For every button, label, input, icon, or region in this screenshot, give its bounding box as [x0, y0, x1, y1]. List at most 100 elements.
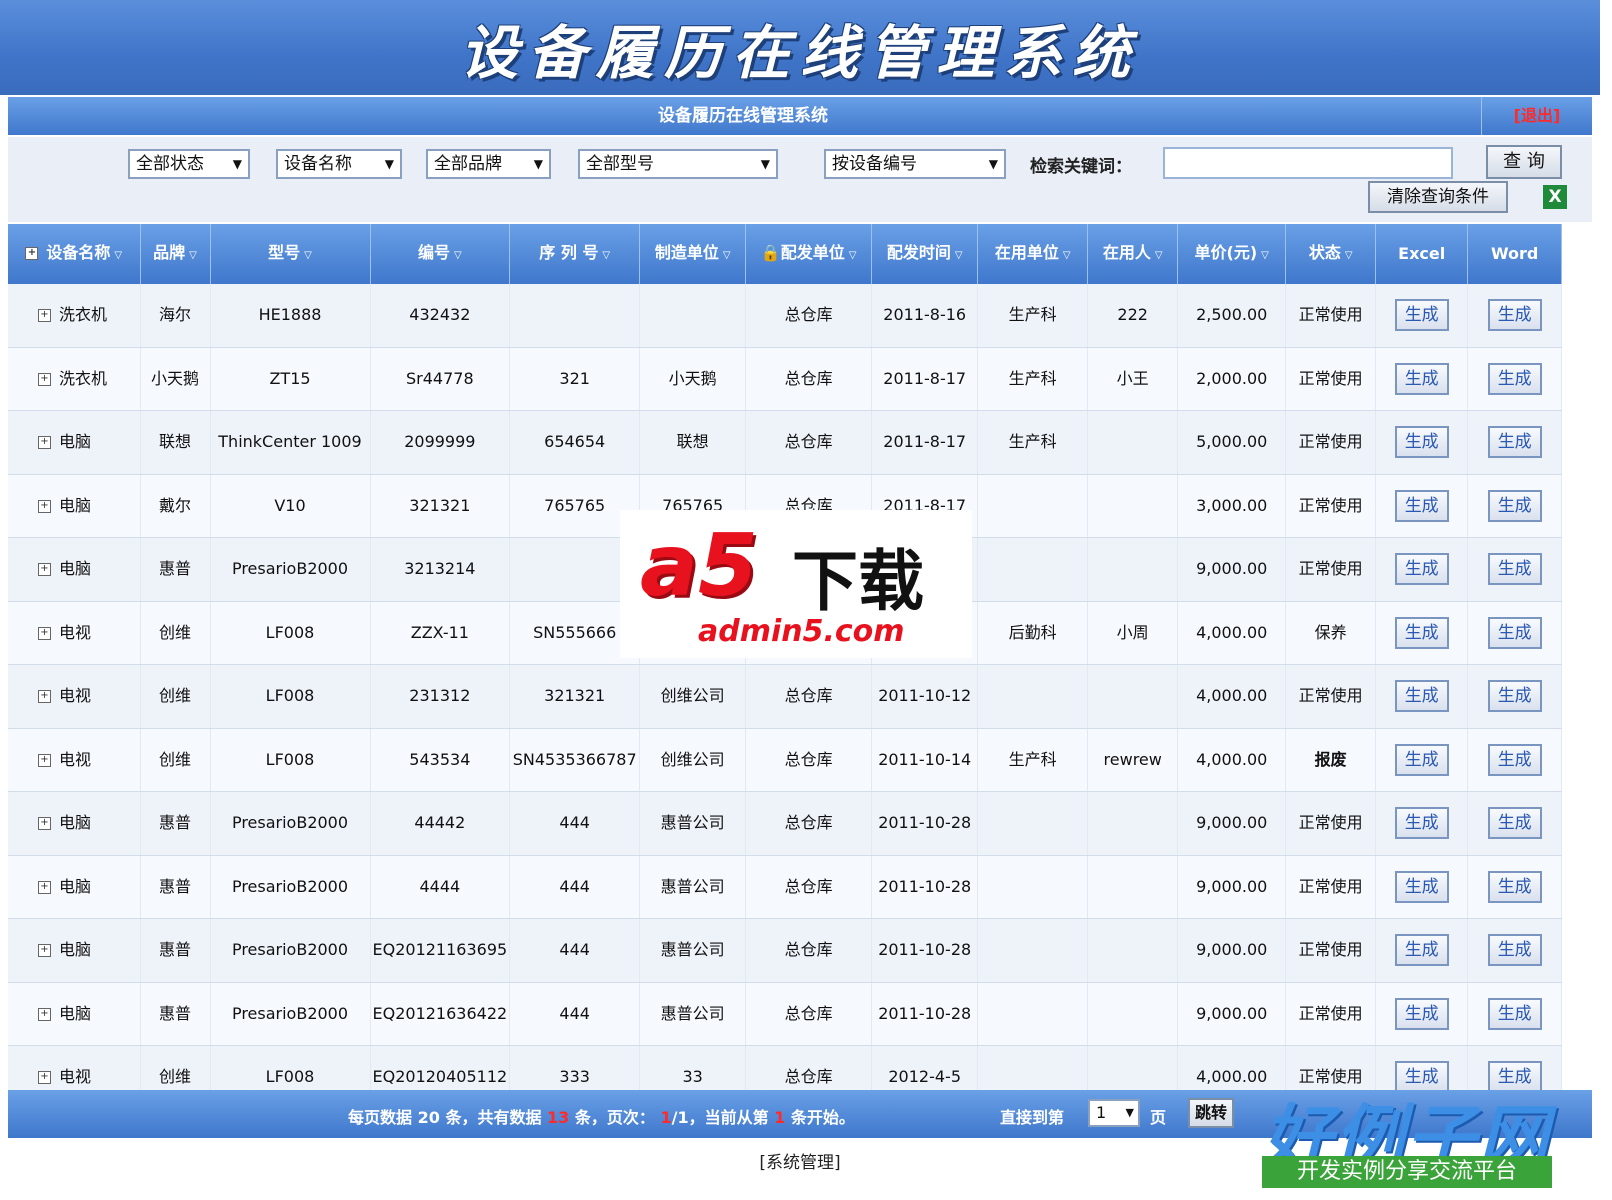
expand-row-icon[interactable]: +: [38, 1007, 51, 1021]
expand-row-icon[interactable]: +: [38, 309, 51, 323]
cell-word: 生成: [1467, 537, 1563, 602]
generate-word-button[interactable]: 生成: [1487, 362, 1542, 395]
start-record: 1: [774, 1108, 786, 1127]
excel-export-icon[interactable]: X: [1543, 185, 1567, 209]
cell-serial: SN4535366787: [509, 728, 641, 792]
generate-word-button[interactable]: 生成: [1487, 553, 1542, 586]
sort-icon: ▽: [189, 249, 197, 261]
jump-label: 直接到第: [1000, 1108, 1065, 1127]
generate-excel-button[interactable]: 生成: [1394, 489, 1449, 522]
generate-word-button[interactable]: 生成: [1487, 997, 1542, 1030]
jump-button[interactable]: 跳转: [1188, 1098, 1234, 1128]
expand-row-icon[interactable]: +: [38, 499, 51, 513]
generate-excel-button[interactable]: 生成: [1394, 362, 1449, 395]
table-row: + 电脑 惠普 PresarioB2000 44442 444 惠普公司 总仓库 2011-10…: [8, 791, 1563, 856]
generate-word-button[interactable]: 生成: [1487, 489, 1542, 522]
cell-date: 2011-10-28: [871, 855, 979, 919]
cell-date: 2011-10-14: [871, 728, 979, 792]
generate-excel-button[interactable]: 生成: [1394, 426, 1449, 459]
generate-excel-button[interactable]: 生成: [1394, 997, 1449, 1030]
cell-brand: 惠普: [140, 537, 211, 602]
cell-maker: 惠普公司: [639, 791, 747, 856]
generate-word-button[interactable]: 生成: [1487, 807, 1542, 840]
cell-date: 2011-8-17: [871, 410, 979, 475]
column-header-model[interactable]: 型号 ▽: [210, 224, 371, 284]
expand-row-icon[interactable]: +: [38, 690, 51, 704]
expand-row-icon[interactable]: +: [38, 1071, 51, 1085]
column-header-status[interactable]: 状态 ▽: [1285, 224, 1377, 284]
generate-excel-button[interactable]: 生成: [1394, 680, 1449, 713]
generate-word-button[interactable]: 生成: [1487, 616, 1542, 649]
cell-maker: 惠普公司: [639, 855, 747, 919]
expand-row-icon[interactable]: +: [38, 817, 51, 831]
cell-price: 4,000.00: [1177, 601, 1287, 665]
cell-word: 生成: [1467, 601, 1563, 665]
device-name-text: 洗衣机: [59, 368, 108, 388]
cell-price: 9,000.00: [1177, 918, 1287, 983]
cell-brand: 海尔: [140, 284, 211, 348]
page-select[interactable]: 1 ▼: [1088, 1099, 1140, 1127]
expand-all-icon[interactable]: +: [25, 246, 39, 260]
generate-excel-button[interactable]: 生成: [1394, 616, 1449, 649]
cell-date: 2011-8-17: [871, 347, 979, 411]
device-name-text: 电脑: [59, 495, 92, 515]
expand-row-icon[interactable]: +: [38, 436, 51, 450]
app-window: 设备履历在线管理系统 设备履历在线管理系统 [退出] 全部状态 ▼ 设备名称 ▼ 全…: [0, 0, 1600, 1200]
model-select[interactable]: 全部型号 ▼: [578, 149, 778, 179]
column-header-brand[interactable]: 品牌 ▽: [140, 224, 211, 284]
generate-word-button[interactable]: 生成: [1487, 426, 1542, 459]
query-button[interactable]: 查 询: [1486, 145, 1562, 179]
cell-word: 生成: [1467, 664, 1563, 729]
expand-row-icon[interactable]: +: [38, 753, 51, 767]
cell-excel: 生成: [1375, 791, 1469, 856]
clear-filters-button[interactable]: 清除查询条件: [1368, 181, 1508, 213]
column-header-maker[interactable]: 制造单位 ▽: [639, 224, 747, 284]
expand-row-icon[interactable]: +: [38, 372, 51, 386]
expand-row-icon[interactable]: +: [38, 626, 51, 640]
generate-excel-button[interactable]: 生成: [1394, 743, 1449, 776]
cell-maker: 联想: [639, 410, 747, 475]
expand-row-icon[interactable]: +: [38, 880, 51, 894]
generate-word-button[interactable]: 生成: [1487, 743, 1542, 776]
device-name-select[interactable]: 设备名称 ▼: [276, 149, 402, 179]
generate-excel-button[interactable]: 生成: [1394, 934, 1449, 967]
brand-select[interactable]: 全部品牌 ▼: [426, 149, 551, 179]
cell-word: 生成: [1467, 728, 1563, 792]
generate-word-button[interactable]: 生成: [1487, 680, 1542, 713]
chevron-down-icon: ▼: [232, 157, 242, 171]
keyword-input[interactable]: [1163, 147, 1453, 179]
cell-status: 正常使用: [1285, 918, 1377, 983]
column-header-number[interactable]: 编号 ▽: [370, 224, 511, 284]
number-select[interactable]: 按设备编号 ▼: [824, 149, 1006, 179]
generate-excel-button[interactable]: 生成: [1394, 553, 1449, 586]
table-row: + 电视 创维 LF008 231312 321321 创维公司 总仓库 2011-10-12 4…: [8, 664, 1563, 729]
cell-serial: 444: [509, 982, 641, 1046]
cell-dept: 生产科: [977, 728, 1089, 792]
a5-logo-mark: a5: [640, 516, 758, 616]
column-header-user[interactable]: 在用人 ▽: [1087, 224, 1179, 284]
cell-serial: [509, 284, 641, 348]
generate-word-button[interactable]: 生成: [1487, 934, 1542, 967]
cell-dept: [977, 474, 1089, 538]
cell-maker: 创维公司: [639, 728, 747, 792]
column-header-issue-date[interactable]: 配发时间 ▽: [871, 224, 979, 284]
column-header-serial[interactable]: 序 列 号 ▽: [509, 224, 641, 284]
expand-row-icon[interactable]: +: [38, 944, 51, 958]
column-header-label: 序 列 号: [539, 242, 599, 262]
status-select[interactable]: 全部状态 ▼: [128, 149, 250, 179]
generate-excel-button[interactable]: 生成: [1394, 299, 1449, 332]
generate-excel-button[interactable]: 生成: [1394, 807, 1449, 840]
cell-user: rewrew: [1087, 728, 1179, 792]
generate-excel-button[interactable]: 生成: [1394, 870, 1449, 903]
column-header-label: 配发时间: [886, 242, 951, 262]
column-header-price[interactable]: 单价(元) ▽: [1177, 224, 1287, 284]
generate-word-button[interactable]: 生成: [1487, 299, 1542, 332]
column-header-device-name[interactable]: + 设备名称 ▽: [8, 224, 141, 284]
generate-word-button[interactable]: 生成: [1487, 870, 1542, 903]
column-header-dept[interactable]: 在用单位 ▽: [977, 224, 1089, 284]
logout-link[interactable]: [退出]: [1481, 97, 1592, 135]
expand-row-icon[interactable]: +: [38, 563, 51, 577]
column-header-issuer[interactable]: 🔒配发单位 ▽: [745, 224, 873, 284]
cell-price: 4,000.00: [1177, 728, 1287, 792]
cell-brand: 戴尔: [140, 474, 211, 538]
